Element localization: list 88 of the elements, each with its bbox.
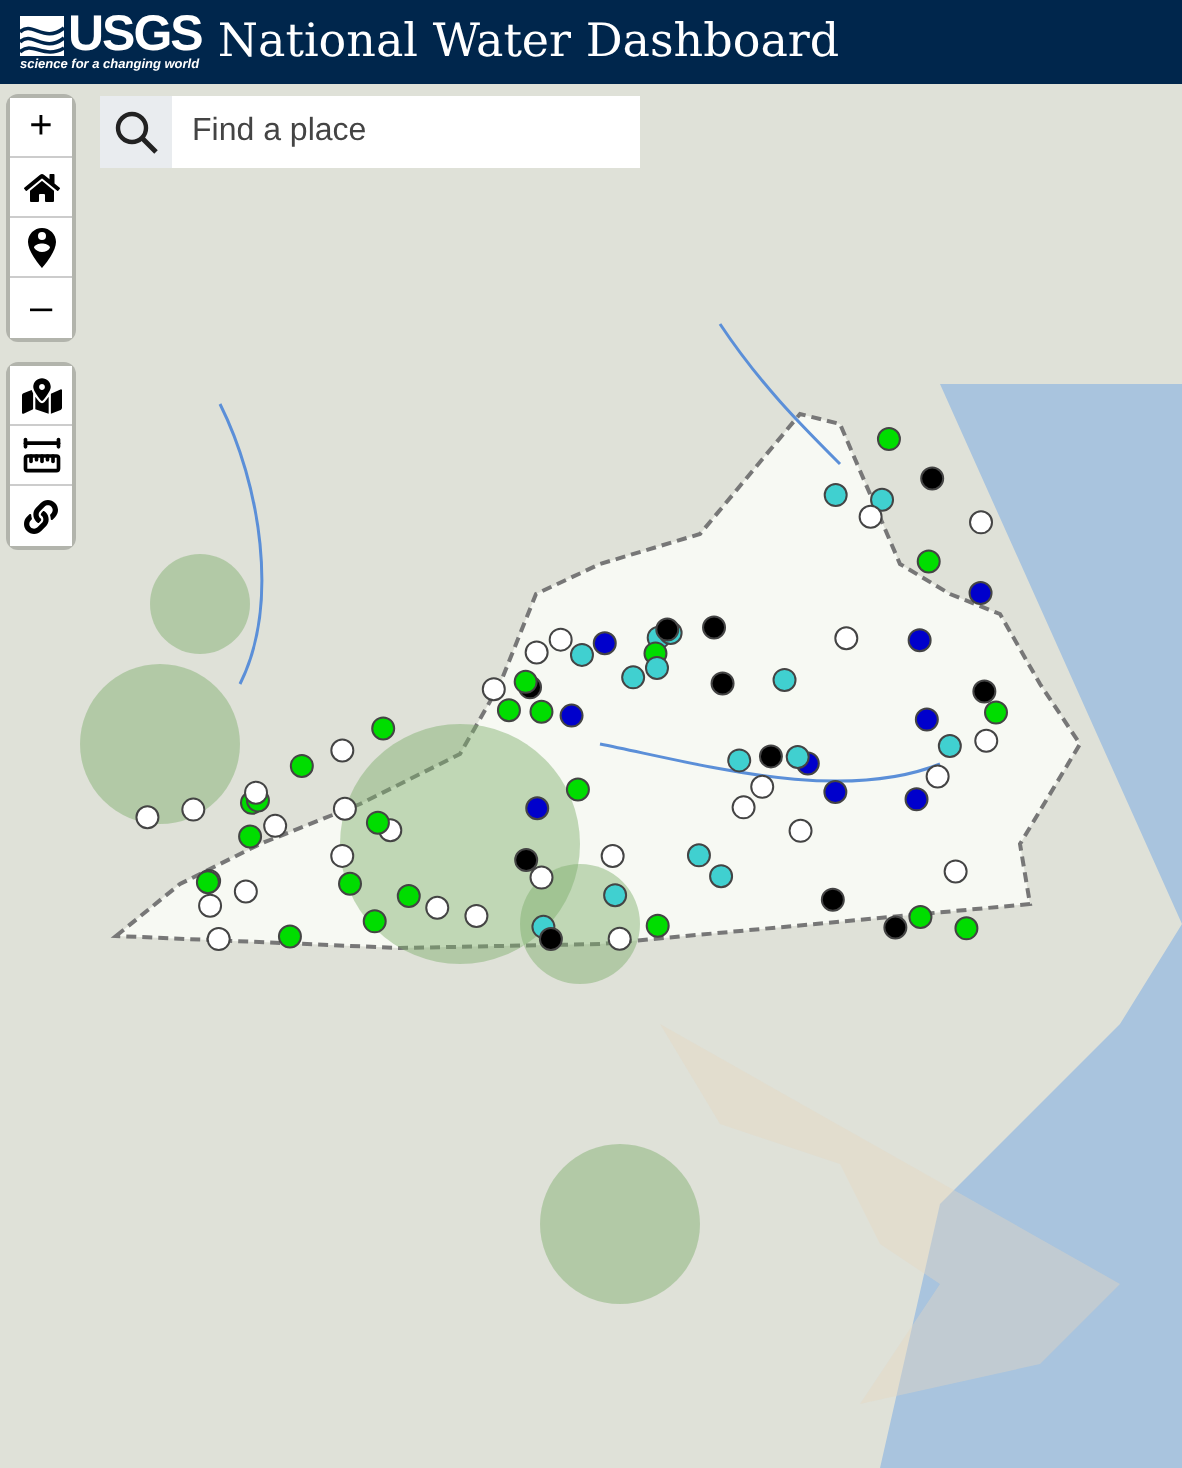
station-marker[interactable] <box>920 466 945 491</box>
link-icon <box>24 499 58 533</box>
logo-text: USGS <box>68 10 202 61</box>
radar-patch <box>150 554 250 654</box>
station-marker[interactable] <box>702 615 727 640</box>
station-marker[interactable] <box>289 753 314 778</box>
station-marker[interactable] <box>954 916 979 941</box>
station-marker[interactable] <box>858 504 883 529</box>
station-marker[interactable] <box>972 679 997 704</box>
home-icon <box>23 169 59 205</box>
station-marker[interactable] <box>548 627 573 652</box>
station-marker[interactable] <box>834 626 859 651</box>
station-marker[interactable] <box>238 824 263 849</box>
station-marker[interactable] <box>525 796 550 821</box>
station-marker[interactable] <box>603 883 628 908</box>
station-marker[interactable] <box>330 738 355 763</box>
station-marker[interactable] <box>206 927 231 952</box>
station-marker[interactable] <box>823 780 848 805</box>
station-marker[interactable] <box>513 669 538 694</box>
station-marker[interactable] <box>750 774 775 799</box>
station-marker[interactable] <box>785 744 810 769</box>
station-marker[interactable] <box>481 677 506 702</box>
station-marker[interactable] <box>686 843 711 868</box>
station-marker[interactable] <box>727 748 752 773</box>
station-marker[interactable] <box>820 887 845 912</box>
station-marker[interactable] <box>371 716 396 741</box>
station-marker[interactable] <box>709 864 734 889</box>
station-marker[interactable] <box>565 777 590 802</box>
search-field[interactable]: Find a place <box>172 96 640 168</box>
station-marker[interactable] <box>464 903 489 928</box>
station-marker[interactable] <box>974 728 999 753</box>
station-marker[interactable] <box>710 671 735 696</box>
station-marker[interactable] <box>788 818 813 843</box>
station-marker[interactable] <box>655 617 680 642</box>
station-marker[interactable] <box>969 510 993 535</box>
station-marker[interactable] <box>908 904 933 929</box>
station-marker[interactable] <box>496 698 521 723</box>
station-marker[interactable] <box>645 913 670 938</box>
app-title: National Water Dashboard <box>217 16 840 68</box>
station-marker[interactable] <box>529 865 554 890</box>
station-marker[interactable] <box>135 805 160 830</box>
station-marker[interactable] <box>904 787 929 812</box>
station-marker[interactable] <box>538 927 563 952</box>
station-marker[interactable] <box>569 642 594 667</box>
station-marker[interactable] <box>943 859 968 884</box>
station-marker[interactable] <box>362 909 387 934</box>
station-marker[interactable] <box>758 744 783 769</box>
station-marker[interactable] <box>772 667 797 692</box>
station-marker[interactable] <box>244 780 269 805</box>
zoom-in-button[interactable]: + <box>10 98 72 158</box>
station-marker[interactable] <box>925 764 950 789</box>
station-marker[interactable] <box>330 843 355 868</box>
station-marker[interactable] <box>277 924 302 949</box>
station-marker[interactable] <box>883 915 908 940</box>
station-marker[interactable] <box>968 580 993 605</box>
station-marker[interactable] <box>984 700 1008 725</box>
map-layers-button[interactable] <box>10 366 72 426</box>
station-marker[interactable] <box>514 848 539 872</box>
station-marker[interactable] <box>870 487 895 512</box>
station-marker[interactable] <box>607 926 632 951</box>
station-marker[interactable] <box>233 879 258 904</box>
station-marker[interactable] <box>823 483 848 508</box>
station-marker[interactable] <box>592 631 617 656</box>
station-marker[interactable] <box>600 844 625 868</box>
map-marker-icon <box>21 375 61 415</box>
station-marker[interactable] <box>332 796 357 821</box>
station-marker[interactable] <box>914 707 939 732</box>
station-marker[interactable] <box>181 797 206 822</box>
search-icon <box>112 108 160 156</box>
station-marker[interactable] <box>916 549 941 574</box>
ruler-icon <box>19 433 63 477</box>
station-marker[interactable] <box>731 795 756 820</box>
river-line <box>718 323 842 466</box>
station-marker[interactable] <box>529 699 554 724</box>
wave-logo-icon <box>20 15 64 56</box>
station-marker[interactable] <box>907 628 932 653</box>
station-marker[interactable] <box>198 893 223 918</box>
station-marker[interactable] <box>365 810 390 835</box>
station-marker[interactable] <box>338 871 362 896</box>
station-marker[interactable] <box>396 884 421 908</box>
station-marker[interactable] <box>621 665 646 690</box>
search-button[interactable] <box>100 96 172 168</box>
station-marker[interactable] <box>425 895 450 920</box>
station-marker[interactable] <box>937 734 962 758</box>
station-marker[interactable] <box>876 427 901 452</box>
station-marker[interactable] <box>263 813 288 838</box>
station-marker[interactable] <box>524 640 549 665</box>
station-marker[interactable] <box>559 703 584 728</box>
